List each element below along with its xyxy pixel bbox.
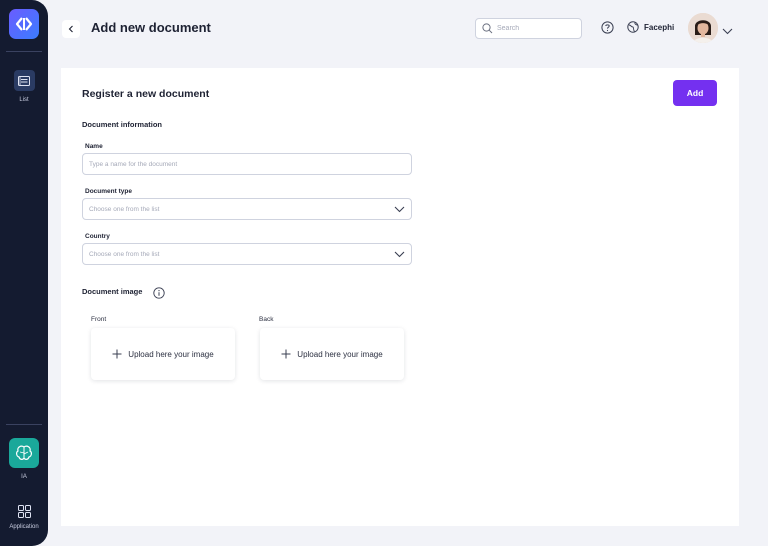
name-field <box>82 153 412 175</box>
list-icon <box>13 70 35 91</box>
plus-icon <box>281 349 291 359</box>
org-selector[interactable]: Facephi <box>627 21 674 33</box>
section-document-image: Document image <box>82 287 143 296</box>
back-upload-area[interactable]: Upload here your image <box>260 328 404 380</box>
info-icon <box>153 287 165 299</box>
name-label: Name <box>85 143 103 150</box>
sidebar-item-label: List <box>19 97 29 103</box>
front-upload-text: Upload here your image <box>128 349 214 359</box>
front-label: Front <box>91 316 107 323</box>
country-label: Country <box>85 233 110 240</box>
chevron-down-icon <box>394 206 405 212</box>
brain-icon <box>9 438 39 468</box>
document-form-card: Register a new document Add Document inf… <box>61 68 739 526</box>
help-icon <box>601 21 614 34</box>
document-type-select[interactable]: Choose one from the list <box>82 198 412 220</box>
search-box[interactable] <box>475 18 582 39</box>
back-upload-text: Upload here your image <box>297 349 383 359</box>
sidebar-item-ia[interactable]: IA <box>0 438 48 480</box>
sidebar-item-label: Application <box>9 524 39 530</box>
country-placeholder: Choose one from the list <box>89 250 160 258</box>
name-input[interactable] <box>89 160 405 168</box>
grid-icon <box>16 503 32 519</box>
back-label: Back <box>259 316 274 323</box>
form-title: Register a new document <box>82 88 210 100</box>
country-select[interactable]: Choose one from the list <box>82 243 412 265</box>
chevron-down-icon <box>722 28 733 35</box>
sidebar: List IA Application <box>0 0 48 546</box>
add-button[interactable]: Add <box>673 80 717 106</box>
plus-icon <box>112 349 122 359</box>
sidebar-divider <box>6 424 42 425</box>
sidebar-item-label: IA <box>21 474 27 480</box>
app-logo[interactable] <box>9 9 39 39</box>
logo-icon <box>15 17 33 31</box>
sidebar-item-list[interactable]: List <box>0 70 48 103</box>
avatar[interactable] <box>688 13 718 43</box>
help-button[interactable] <box>601 21 614 39</box>
user-portrait-icon <box>688 13 718 43</box>
info-tooltip-trigger[interactable] <box>153 286 165 304</box>
sidebar-divider <box>6 51 42 52</box>
page-title: Add new document <box>91 20 211 35</box>
section-document-information: Document information <box>82 120 162 129</box>
sidebar-item-application[interactable]: Application <box>0 503 48 530</box>
org-name: Facephi <box>644 22 675 32</box>
chevron-left-icon <box>68 25 73 33</box>
chevron-down-icon <box>394 251 405 257</box>
search-icon <box>482 23 493 34</box>
document-type-label: Document type <box>85 188 132 195</box>
front-upload-area[interactable]: Upload here your image <box>91 328 235 380</box>
account-menu-toggle[interactable] <box>722 22 733 40</box>
search-input[interactable] <box>497 25 577 32</box>
document-type-placeholder: Choose one from the list <box>89 205 160 213</box>
globe-icon <box>627 21 639 33</box>
back-button[interactable] <box>62 20 80 38</box>
